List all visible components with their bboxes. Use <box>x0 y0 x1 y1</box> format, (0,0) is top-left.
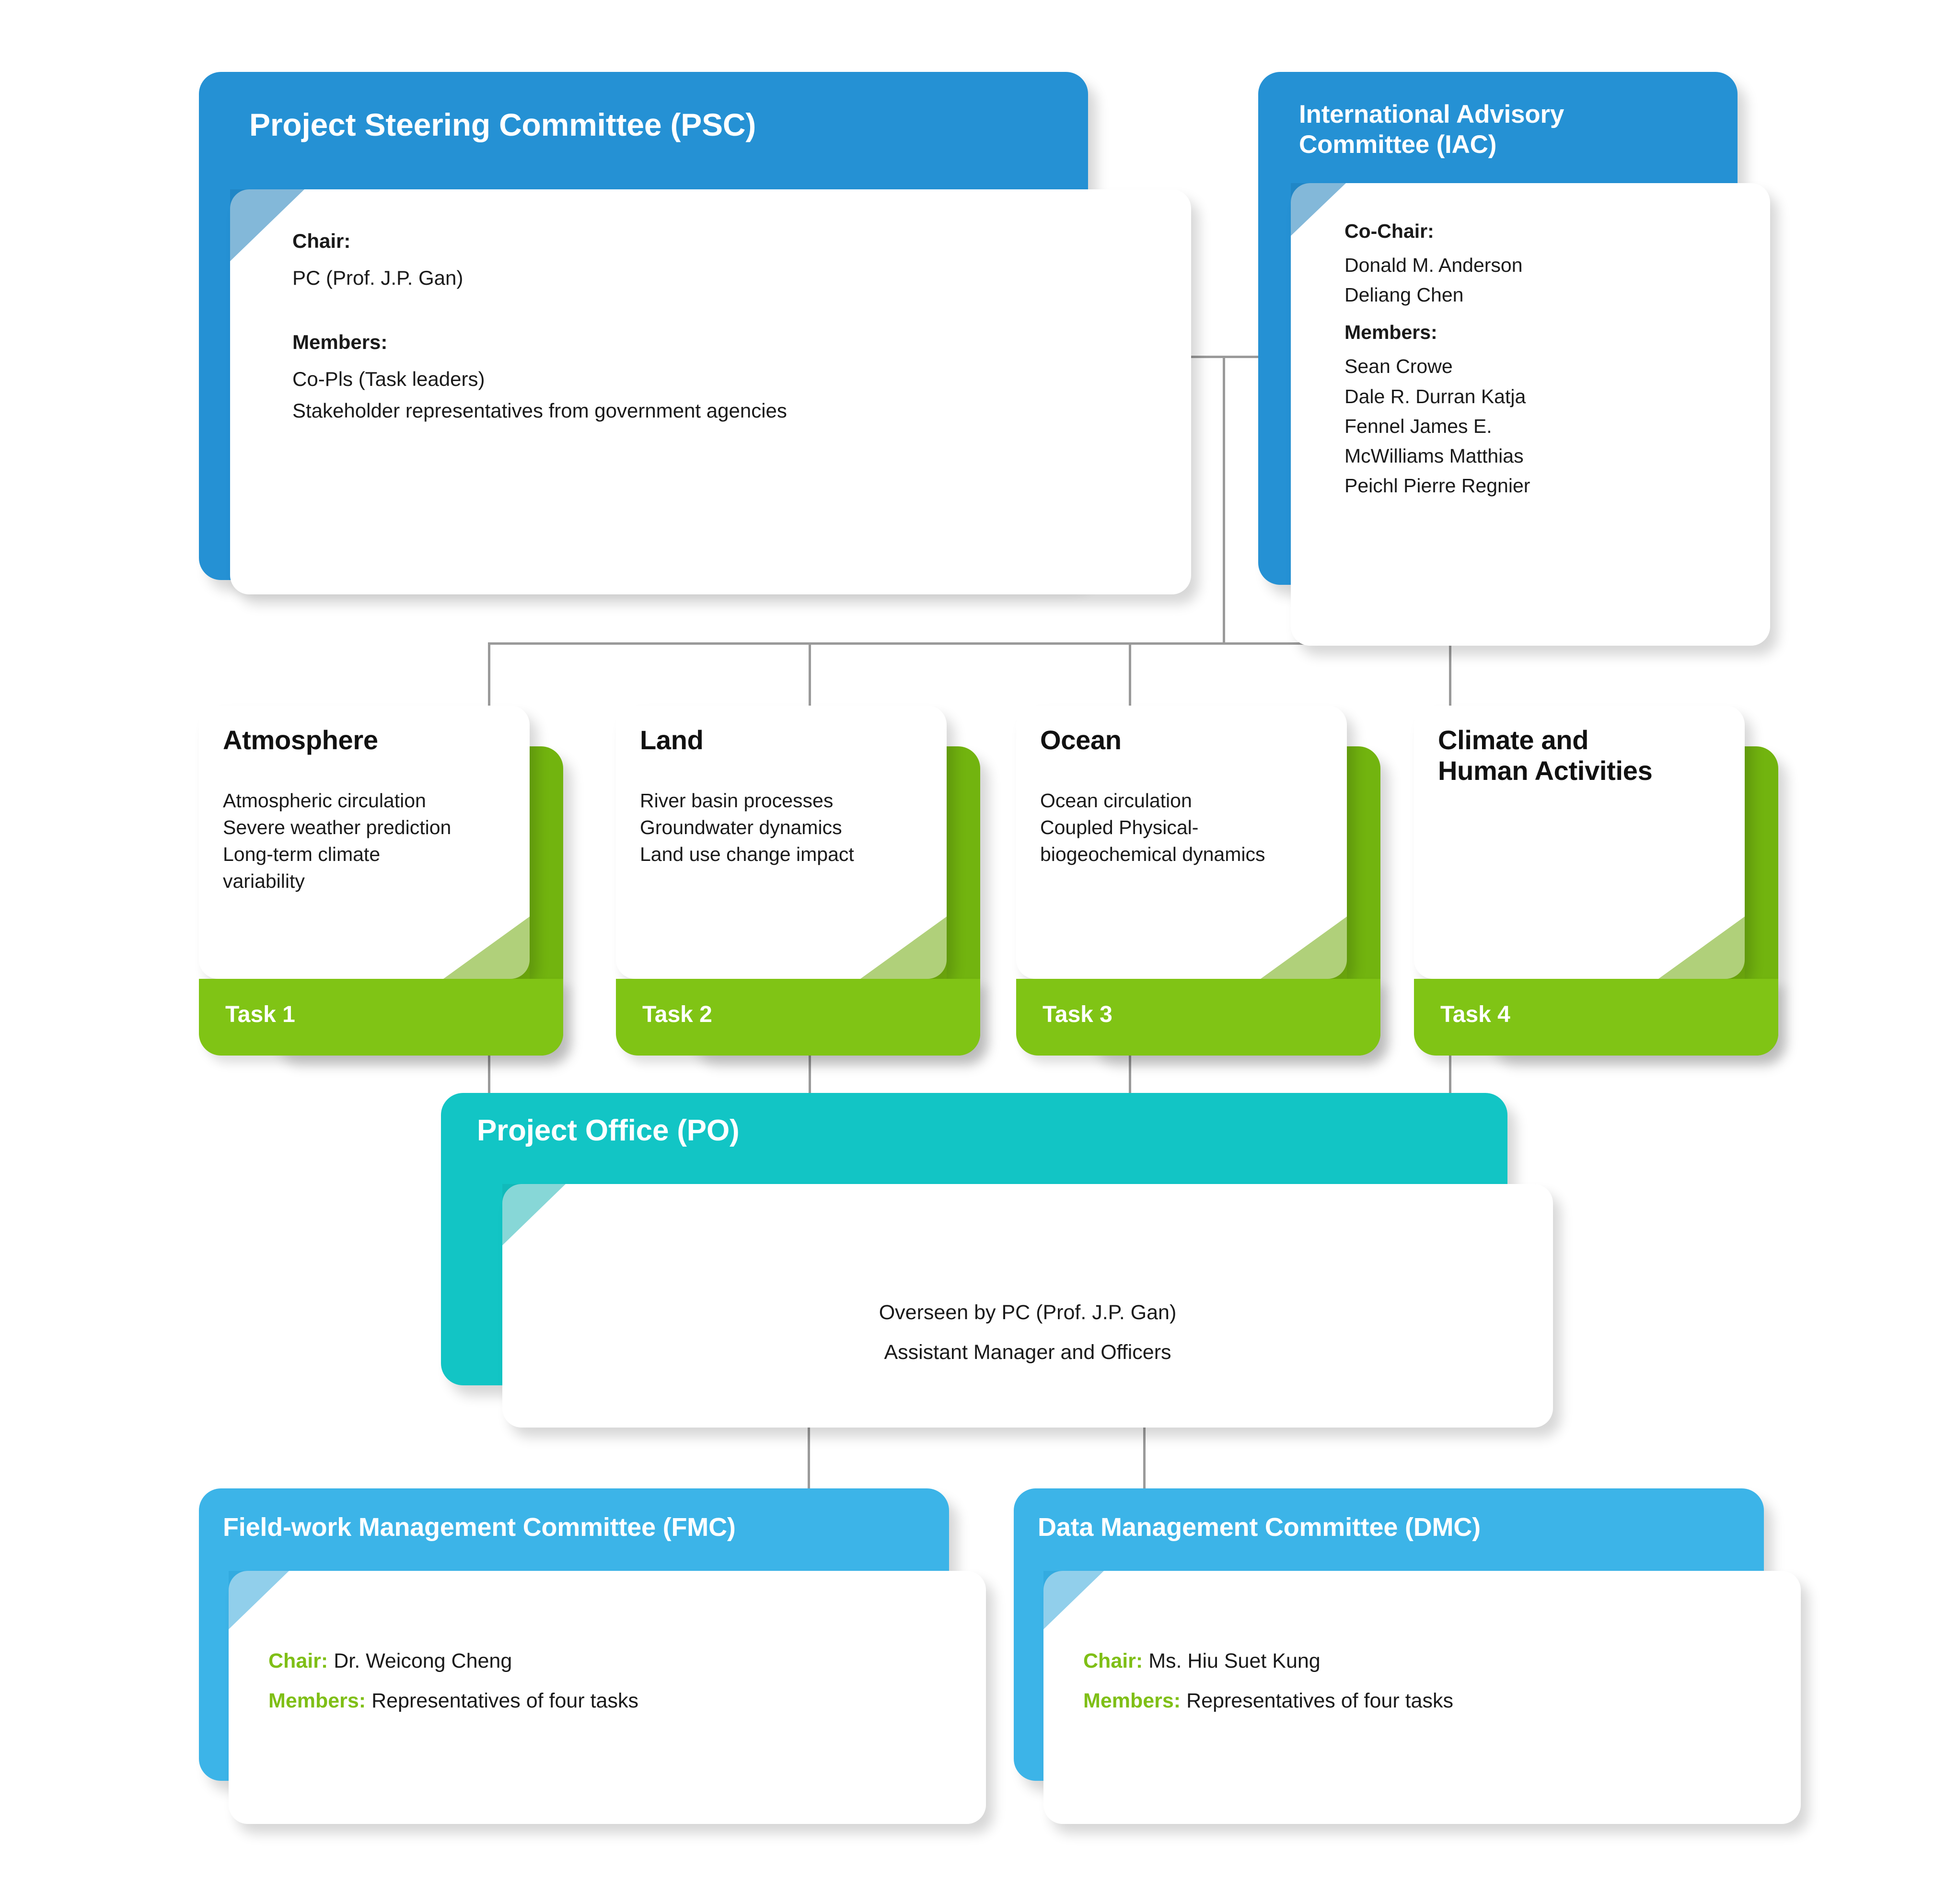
task-1-fold-wedge <box>443 917 530 979</box>
task-4-title: Climate and Human Activities <box>1438 725 1750 786</box>
task-2-fold-wedge <box>860 917 947 979</box>
dmc-members-value: Representatives of four tasks <box>1186 1689 1453 1712</box>
task-1-footer-label: Task 1 <box>225 1002 295 1027</box>
dmc-title: Data Management Committee (DMC) <box>1038 1513 1481 1542</box>
iac-cochair-0: Donald M. Anderson <box>1344 254 1523 277</box>
connector-trunk-vertical <box>1223 356 1225 643</box>
task-2-title-line-1: Land <box>640 725 704 755</box>
task-3-footer-label: Task 3 <box>1043 1002 1112 1027</box>
connector-po-to-fmc <box>808 1426 810 1488</box>
iac-cochair-label: Co-Chair: <box>1344 220 1434 242</box>
task-2-item-0: River basin processes <box>640 789 834 812</box>
task-1-title: Atmosphere <box>223 725 520 755</box>
iac-member-2: Fennel James E. <box>1344 415 1492 437</box>
iac-fold-accent <box>1291 183 1346 236</box>
task-1-items: Atmospheric circulation Severe weather p… <box>223 787 520 895</box>
dmc-members-label: Members: <box>1083 1689 1187 1712</box>
dmc-chair-label: Chair: <box>1083 1649 1149 1672</box>
connector-bus-to-task-4 <box>1449 642 1451 707</box>
org-chart-canvas: Project Steering Committee (PSC) Chair: … <box>0 0 1935 1904</box>
fmc-chair-value: Dr. Weicong Cheng <box>334 1649 512 1672</box>
psc-member-0: Co-Pls (Task leaders) <box>292 368 485 391</box>
psc-chair-label: Chair: <box>292 230 351 252</box>
task-card-1[interactable]: Atmosphere Atmospheric circulation Sever… <box>199 706 563 1056</box>
fmc-members-label: Members: <box>268 1689 372 1712</box>
dmc-node[interactable]: Data Management Committee (DMC) Chair: M… <box>1014 1488 1809 1824</box>
task-3-title: Ocean <box>1040 725 1337 755</box>
iac-title: International Advisory Committee (IAC) <box>1299 100 1730 160</box>
dmc-fold-accent <box>1043 1571 1104 1629</box>
task-4-title-line-2: Human Activities <box>1438 755 1653 786</box>
fmc-members-value: Representatives of four tasks <box>371 1689 638 1712</box>
iac-member-4: Peichl Pierre Regnier <box>1344 474 1530 497</box>
iac-member-0: Sean Crowe <box>1344 355 1453 378</box>
task-1-item-3: variability <box>223 870 305 893</box>
connector-bus-to-task-1 <box>488 642 490 707</box>
task-card-2[interactable]: Land River basin processes Groundwater d… <box>616 706 980 1056</box>
task-3-item-0: Ocean circulation <box>1040 789 1192 812</box>
iac-title-line-1: International Advisory <box>1299 100 1564 128</box>
psc-chair-value: PC (Prof. J.P. Gan) <box>292 267 463 290</box>
task-3-title-line-1: Ocean <box>1040 725 1122 755</box>
task-1-item-0: Atmospheric circulation <box>223 789 426 812</box>
project-office-node[interactable]: Project Office (PO) Overseen by PC (Prof… <box>441 1093 1553 1428</box>
fmc-node[interactable]: Field-work Management Committee (FMC) Ch… <box>199 1488 995 1824</box>
fmc-members-row: Members: Representatives of four tasks <box>268 1687 963 1715</box>
iac-body: Co-Chair: Donald M. Anderson Deliang Che… <box>1344 218 1766 499</box>
task-2-items: River basin processes Groundwater dynami… <box>640 787 937 868</box>
psc-node[interactable]: Project Steering Committee (PSC) Chair: … <box>199 72 1191 594</box>
fmc-fold-accent <box>229 1571 289 1629</box>
fmc-title: Field-work Management Committee (FMC) <box>223 1513 736 1542</box>
task-4-title-line-1: Climate and <box>1438 725 1589 755</box>
task-1-item-1: Severe weather prediction <box>223 816 452 839</box>
task-4-fold-wedge <box>1658 917 1745 979</box>
task-2-item-1: Groundwater dynamics <box>640 816 842 839</box>
iac-node[interactable]: International Advisory Committee (IAC) C… <box>1258 72 1770 646</box>
po-line-0: Overseen by PC (Prof. J.P. Gan) <box>879 1301 1177 1324</box>
iac-member-1: Dale R. Durran Katja <box>1344 385 1526 407</box>
task-1-title-line-1: Atmosphere <box>223 725 378 755</box>
fmc-body: Chair: Dr. Weicong Cheng Members: Repres… <box>268 1648 963 1715</box>
task-2-title: Land <box>640 725 937 755</box>
connector-bus-to-task-2 <box>809 642 811 707</box>
po-fold-accent <box>502 1184 566 1245</box>
task-3-item-1: Coupled Physical- <box>1040 816 1199 839</box>
fmc-chair-row: Chair: Dr. Weicong Cheng <box>268 1648 963 1675</box>
iac-members-label: Members: <box>1344 321 1437 344</box>
psc-member-1: Stakeholder representatives from governm… <box>292 399 787 422</box>
task-4-footer-label: Task 4 <box>1440 1002 1510 1027</box>
po-title: Project Office (PO) <box>477 1114 740 1147</box>
task-3-item-2: biogeochemical dynamics <box>1040 843 1265 866</box>
dmc-chair-row: Chair: Ms. Hiu Suet Kung <box>1083 1648 1778 1675</box>
iac-title-line-2: Committee (IAC) <box>1299 130 1497 159</box>
iac-member-3: McWilliams Matthias <box>1344 444 1524 467</box>
dmc-body: Chair: Ms. Hiu Suet Kung Members: Repres… <box>1083 1648 1778 1715</box>
po-line-1: Assistant Manager and Officers <box>884 1340 1171 1364</box>
task-2-item-2: Land use change impact <box>640 843 854 866</box>
connector-bus-to-task-3 <box>1129 642 1131 707</box>
task-3-items: Ocean circulation Coupled Physical- biog… <box>1040 787 1352 868</box>
connector-po-to-dmc <box>1143 1426 1146 1488</box>
fmc-chair-label: Chair: <box>268 1649 334 1672</box>
task-2-footer-label: Task 2 <box>642 1002 712 1027</box>
task-card-3[interactable]: Ocean Ocean circulation Coupled Physical… <box>1016 706 1380 1056</box>
dmc-members-row: Members: Representatives of four tasks <box>1083 1687 1778 1715</box>
psc-members-label: Members: <box>292 330 388 353</box>
task-3-fold-wedge <box>1261 917 1347 979</box>
task-card-4[interactable]: Climate and Human Activities Task 4 <box>1414 706 1778 1056</box>
task-1-item-2: Long-term climate <box>223 843 381 866</box>
iac-cochair-1: Deliang Chen <box>1344 284 1464 306</box>
psc-body: Chair: PC (Prof. J.P. Gan) Members: Co-P… <box>292 228 1146 424</box>
psc-title: Project Steering Committee (PSC) <box>249 107 756 142</box>
dmc-chair-value: Ms. Hiu Suet Kung <box>1148 1649 1321 1672</box>
po-body: Overseen by PC (Prof. J.P. Gan) Assistan… <box>502 1299 1553 1366</box>
